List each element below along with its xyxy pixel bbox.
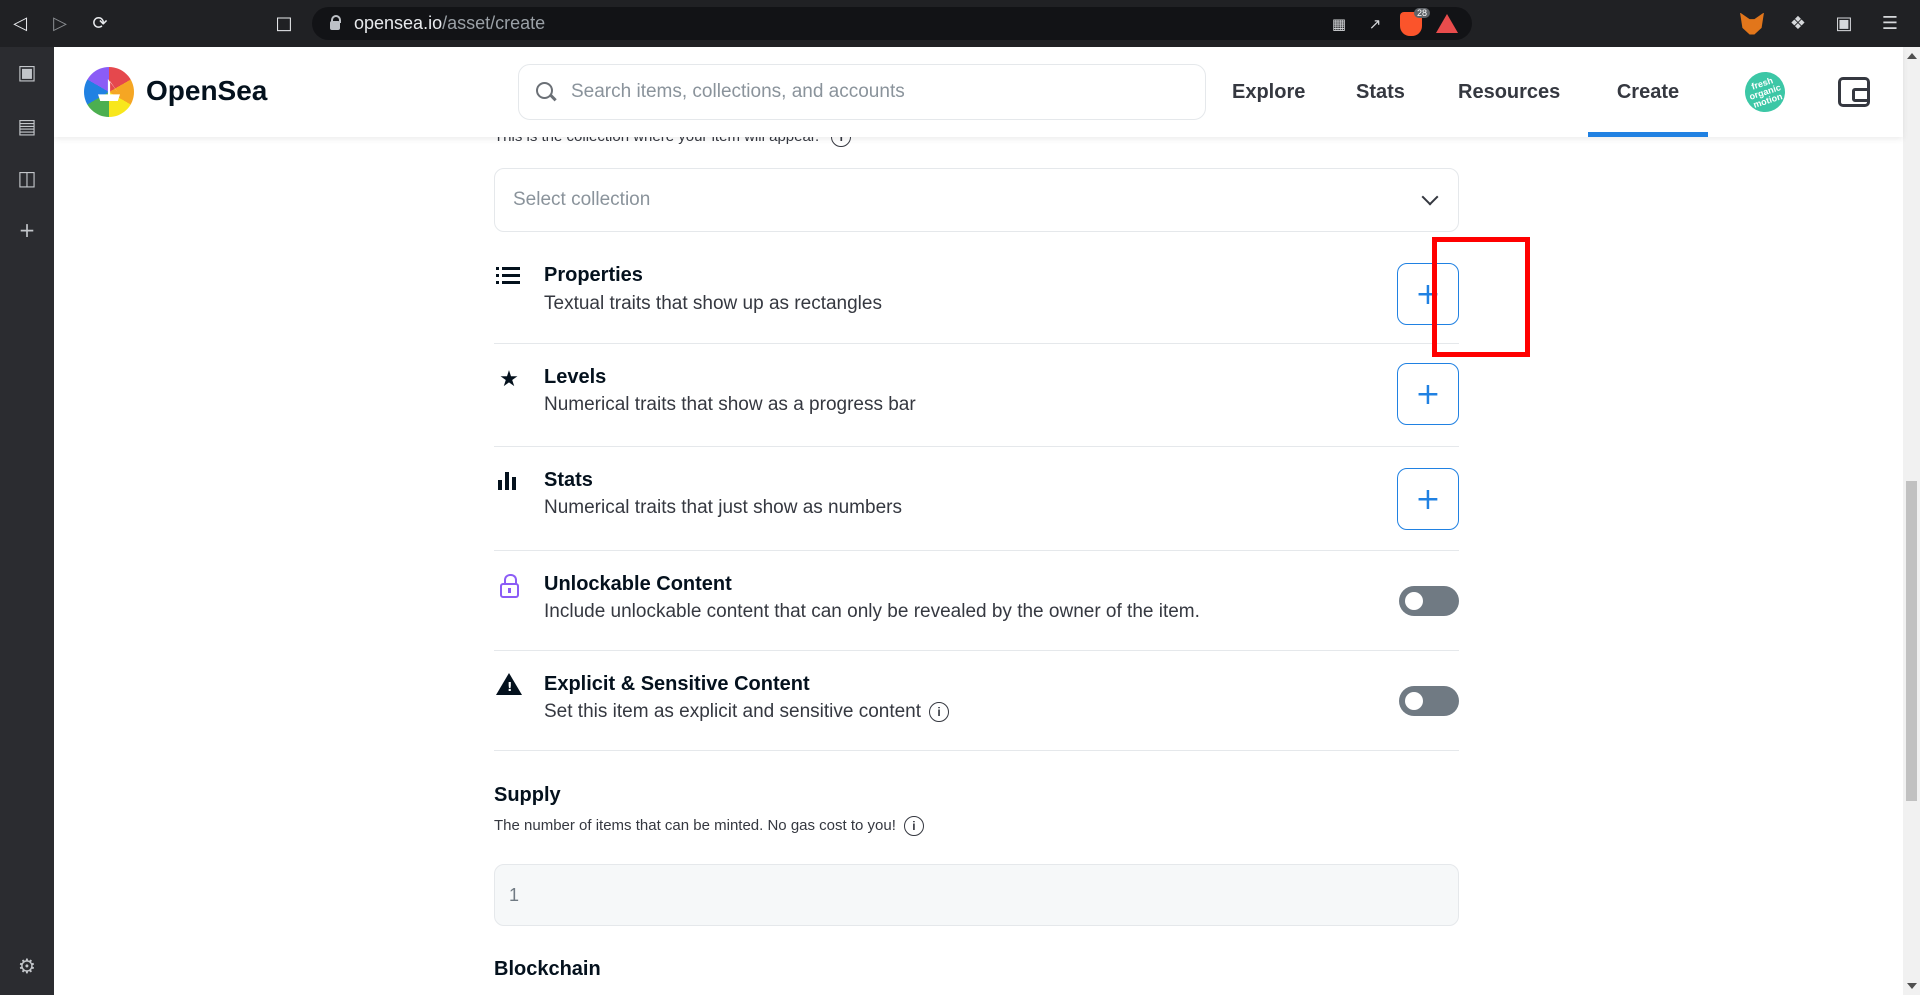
opensea-header: OpenSea Search items, collections, and a… <box>54 47 1903 137</box>
browser-toolbar: ◁ ▷ ⟳ □ opensea.io/asset/create ▦ ↗ 28 ❖… <box>0 0 1920 47</box>
warning-icon: ! <box>496 673 522 695</box>
scroll-down-icon[interactable] <box>1907 983 1917 989</box>
supply-input[interactable]: 1 <box>494 864 1459 926</box>
address-bar[interactable]: opensea.io/asset/create ▦ ↗ 28 <box>312 7 1472 40</box>
avatar[interactable]: fresh organic motion <box>1739 66 1791 118</box>
brave-badge: 28 <box>1413 7 1430 18</box>
page-scrollbar[interactable] <box>1903 47 1920 995</box>
forward-icon[interactable]: ▷ <box>40 0 80 47</box>
collection-select[interactable]: Select collection <box>494 168 1459 232</box>
brave-shield-icon[interactable]: 28 <box>1400 7 1430 36</box>
back-icon[interactable]: ◁ <box>0 0 40 47</box>
explicit-description: Set this item as explicit and sensitive … <box>544 701 950 723</box>
nav-stats[interactable]: Stats <box>1356 47 1405 137</box>
collection-select-value: Select collection <box>513 189 651 210</box>
bar-chart-icon <box>498 472 518 490</box>
explicit-description-text: Set this item as explicit and sensitive … <box>544 701 922 722</box>
nav-create-label: Create <box>1616 80 1680 103</box>
nav-explore[interactable]: Explore <box>1232 47 1305 137</box>
highlight-box <box>1432 237 1530 357</box>
properties-row: Properties Textual traits that show up a… <box>494 237 1459 344</box>
blockchain-title: Blockchain <box>494 958 601 980</box>
search-bar[interactable]: Search items, collections, and accounts <box>518 64 1206 120</box>
wallet-sidebar-icon[interactable]: ▤ <box>14 113 40 139</box>
explicit-content-row: ! Explicit & Sensitive Content Set this … <box>494 651 1459 751</box>
lock-icon <box>330 15 341 30</box>
share-icon[interactable]: ↗ <box>1364 13 1386 35</box>
browser-sidebar: ▣ ▤ ◫ + ⚙ <box>0 47 54 995</box>
wallet-icon[interactable]: ▣ <box>1824 13 1864 35</box>
opensea-logo-icon[interactable] <box>84 67 134 117</box>
add-levels-button[interactable]: + <box>1397 363 1459 425</box>
unlockable-title: Unlockable Content <box>544 573 732 595</box>
search-input[interactable]: Search items, collections, and accounts <box>571 81 905 103</box>
supply-hint: The number of items that can be minted. … <box>494 816 924 836</box>
properties-description: Textual traits that show up as rectangle… <box>544 293 882 314</box>
stats-description: Numerical traits that just show as numbe… <box>544 497 902 518</box>
page-content: OpenSea Search items, collections, and a… <box>54 47 1920 995</box>
unlockable-description: Include unlockable content that can only… <box>544 601 1200 622</box>
properties-title: Properties <box>544 264 643 286</box>
bookmark-icon[interactable]: □ <box>264 0 304 47</box>
scroll-up-icon[interactable] <box>1907 53 1917 59</box>
reload-icon[interactable]: ⟳ <box>80 0 120 47</box>
chevron-down-icon <box>1421 188 1439 206</box>
supply-hint-text: The number of items that can be minted. … <box>494 816 896 834</box>
metamask-icon[interactable] <box>1732 12 1772 35</box>
stats-title: Stats <box>544 469 593 491</box>
unlockable-toggle[interactable] <box>1399 586 1459 616</box>
menu-icon[interactable]: ☰ <box>1870 13 1910 35</box>
url-host: opensea.io <box>354 13 443 33</box>
stats-row: Stats Numerical traits that just show as… <box>494 447 1459 551</box>
add-icon[interactable]: + <box>14 217 40 243</box>
nav-active-indicator <box>1588 132 1708 137</box>
explicit-title: Explicit & Sensitive Content <box>544 673 810 695</box>
translate-icon[interactable]: ▦ <box>1328 13 1350 35</box>
wallet-icon[interactable] <box>1838 77 1870 107</box>
list-icon <box>496 267 520 285</box>
nav-resources[interactable]: Resources <box>1458 47 1560 137</box>
opensea-logo-text[interactable]: OpenSea <box>146 75 267 107</box>
video-icon[interactable]: ▣ <box>14 59 40 85</box>
explicit-toggle[interactable] <box>1399 686 1459 716</box>
levels-title: Levels <box>544 366 607 388</box>
nav-create[interactable]: Create <box>1588 47 1708 137</box>
extensions-icon[interactable]: ❖ <box>1778 13 1818 35</box>
supply-title: Supply <box>494 784 561 806</box>
levels-row: ★ Levels Numerical traits that show as a… <box>494 344 1459 447</box>
levels-description: Numerical traits that show as a progress… <box>544 394 916 415</box>
info-icon[interactable]: i <box>903 816 924 836</box>
add-stats-button[interactable]: + <box>1397 468 1459 530</box>
info-icon[interactable]: i <box>929 701 950 722</box>
star-icon: ★ <box>499 366 519 392</box>
settings-gear-icon[interactable]: ⚙ <box>14 953 40 979</box>
bookmarks-icon[interactable]: ◫ <box>14 165 40 191</box>
unlockable-content-row: Unlockable Content Include unlockable co… <box>494 551 1459 651</box>
brave-rewards-icon[interactable] <box>1436 14 1458 33</box>
search-icon <box>535 81 557 103</box>
scroll-thumb[interactable] <box>1906 481 1917 801</box>
url-path: /asset/create <box>442 13 546 33</box>
lock-icon <box>500 574 519 598</box>
